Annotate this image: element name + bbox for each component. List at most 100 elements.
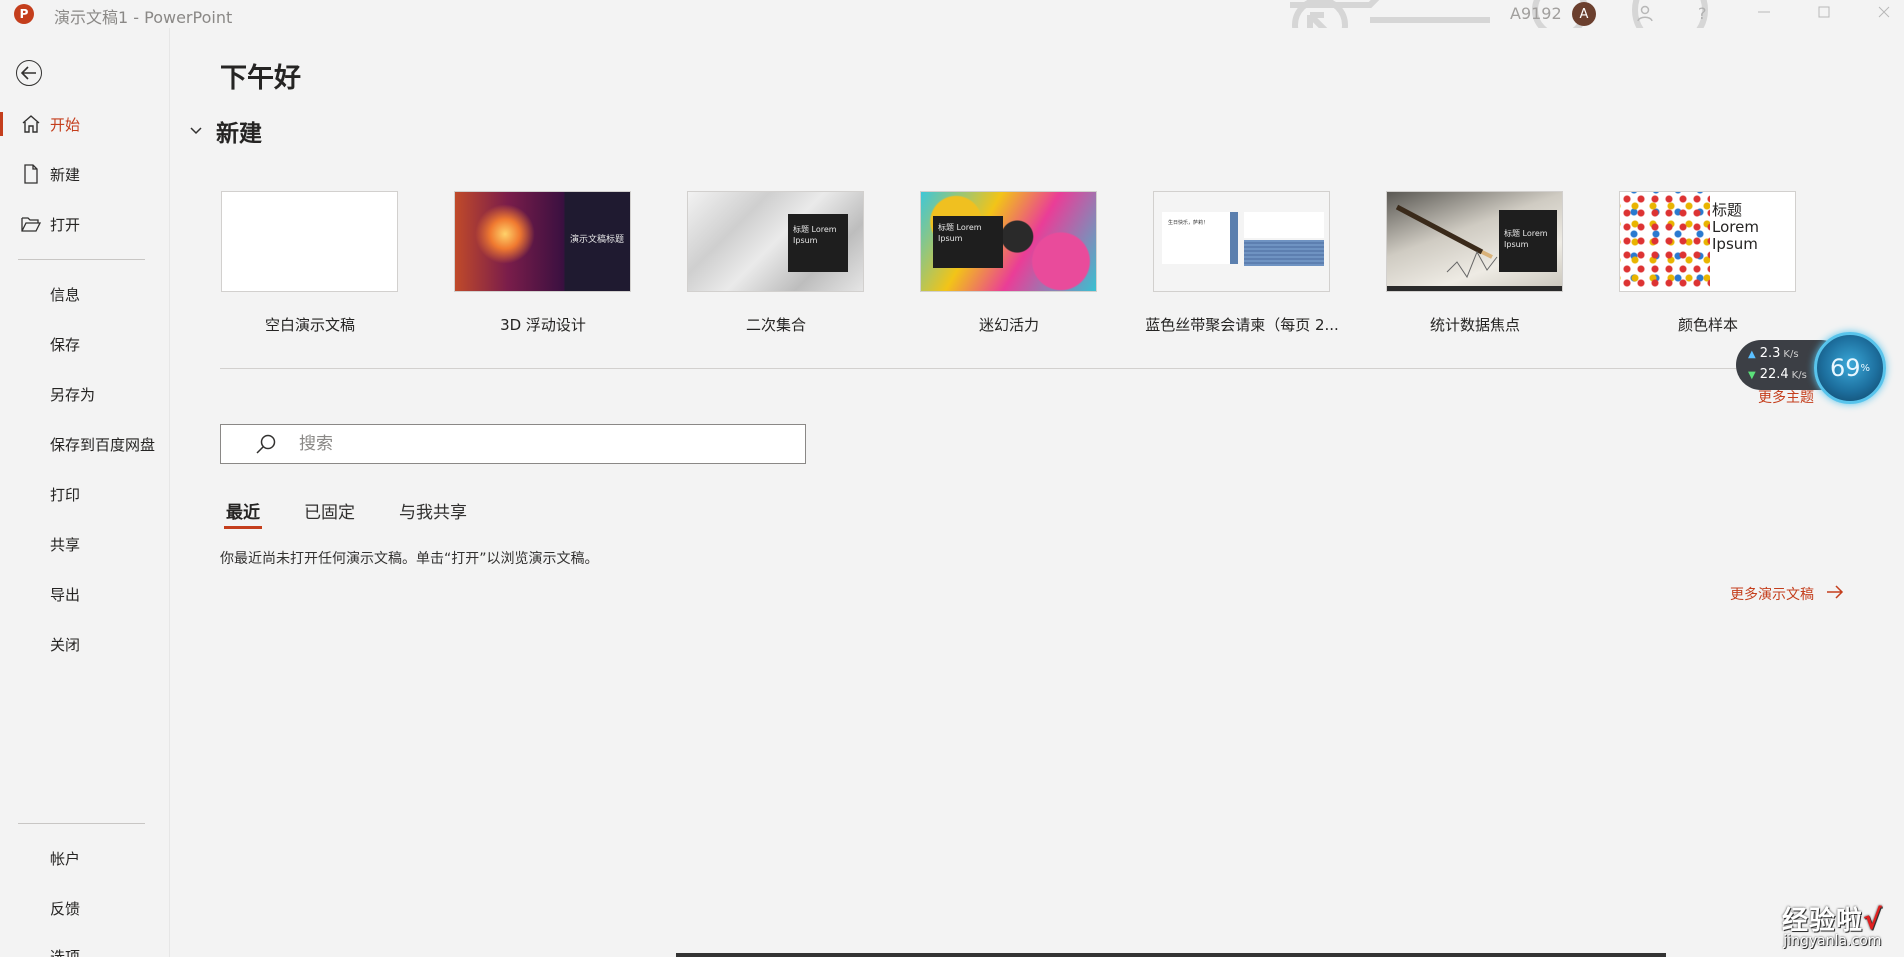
download-arrow-icon: ▼ [1748,370,1756,381]
template-name: 二次集合 [745,316,806,334]
upload-unit: K/s [1783,349,1799,360]
memory-usage-gauge: 69% [1814,332,1886,404]
template-thumbnail: 标题 Lorem Ipsum [1386,191,1563,292]
nav-label-home: 开始 [50,115,81,134]
powerpoint-logo-icon: P [14,4,34,24]
nav-item-options[interactable]: 选项 [0,936,170,957]
titlebar-decoration-icon [1290,0,1708,28]
bottom-scroll-bar [676,953,1666,957]
memory-percent: 69 [1829,354,1861,382]
back-arrow-icon [21,66,36,80]
nav-item-save-baidu[interactable]: 保存到百度网盘 [0,424,170,464]
nav-item-new[interactable]: 新建 [0,154,170,194]
template-blank[interactable]: 空白演示文稿 [220,191,400,335]
file-tabs: 最近 已固定 与我共享 [220,498,505,529]
main-content: 下午好 新建 空白演示文稿 演示文稿标题 3D 浮动设计 标题 Lorem Ip… [170,28,1904,957]
avatar[interactable]: A [1572,2,1596,26]
network-speed-widget[interactable]: ▲ 2.3 K/s ▼ 22.4 K/s 69% [1736,332,1886,404]
template-thumbnail: 标题 Lorem Ipsum [687,191,864,292]
new-document-icon [20,164,42,184]
nav-item-open[interactable]: 打开 [0,204,170,244]
nav-item-print[interactable]: 打印 [0,474,170,514]
tab-pinned[interactable]: 已固定 [298,498,361,529]
nav-item-account[interactable]: 帐户 [0,838,170,878]
nav-label-info: 信息 [50,285,81,304]
nav-label-share: 共享 [50,535,81,554]
template-thumbnail: 演示文稿标题 [454,191,631,292]
thumb-title-text: 生日快乐，萨莉！ [1168,220,1209,226]
thumb-title-text: 标题 Lorem Ipsum [788,214,848,272]
nav-label-open: 打开 [50,215,81,234]
maximize-icon[interactable] [1816,4,1832,24]
tab-recent[interactable]: 最近 [220,498,266,529]
watermark-url: jingyanla.com [1783,933,1882,949]
nav-item-feedback[interactable]: 反馈 [0,888,170,928]
template-name: 空白演示文稿 [264,316,355,334]
download-value: 22.4 [1759,367,1789,382]
nav-divider [18,259,145,260]
template-quadratic[interactable]: 标题 Lorem Ipsum 二次集合 [686,191,866,335]
template-gallery: 空白演示文稿 演示文稿标题 3D 浮动设计 标题 Lorem Ipsum 二次集… [220,191,1800,371]
nav-label-close: 关闭 [50,635,81,654]
more-documents-link[interactable]: 更多演示文稿 [1730,583,1844,604]
template-color-swatch[interactable]: 标题 Lorem Ipsum 颜色样本 [1618,191,1798,335]
tab-shared[interactable]: 与我共享 [393,498,473,529]
template-3d-float[interactable]: 演示文稿标题 3D 浮动设计 [453,191,633,335]
nav-label-new: 新建 [50,165,81,184]
nav-label-save-as: 另存为 [50,385,96,404]
nav-item-save[interactable]: 保存 [0,324,170,364]
template-psychedelic[interactable]: 标题 Lorem Ipsum 迷幻活力 [919,191,1099,335]
backstage-nav: 开始 新建 打开 信息 保存 另存为 保存到百度网盘 打印 共享 导出 关闭 帐… [0,28,170,957]
nav-item-home[interactable]: 开始 [0,104,170,144]
template-blue-ribbon[interactable]: 生日快乐，萨莉！ 蓝色丝带聚会请柬（每页 2... [1145,191,1339,335]
download-speed: ▼ 22.4 K/s [1748,367,1807,382]
home-icon [20,114,42,134]
section-divider [220,368,1830,369]
empty-recent-message: 你最近尚未打开任何演示文稿。单击“打开”以浏览演示文稿。 [220,551,599,567]
template-name: 统计数据焦点 [1429,316,1520,334]
template-statistics[interactable]: 标题 Lorem Ipsum 统计数据焦点 [1385,191,1565,335]
upload-arrow-icon: ▲ [1748,349,1756,360]
nav-item-info[interactable]: 信息 [0,274,170,314]
minimize-icon[interactable] [1756,4,1772,24]
new-section-header[interactable]: 新建 [190,114,262,148]
thumb-title-text: 标题 Lorem Ipsum [1712,201,1759,253]
chevron-down-icon[interactable] [190,123,202,139]
user-id: A9192 [1510,4,1562,23]
nav-label-account: 帐户 [50,849,81,868]
folder-icon [20,215,42,233]
nav-label-export: 导出 [50,585,81,604]
thumb-title-text: 标题 Lorem Ipsum [1499,210,1557,272]
help-icon[interactable]: ? [1698,4,1707,23]
back-button[interactable] [16,60,42,86]
arrow-right-icon [1826,583,1844,604]
upload-value: 2.3 [1759,346,1781,361]
nav-label-feedback: 反馈 [50,899,81,918]
nav-label-print: 打印 [50,485,81,504]
template-thumbnail: 生日快乐，萨莉！ [1153,191,1330,292]
window-title: 演示文稿1 - PowerPoint [54,8,233,27]
search-icon [251,433,281,455]
search-input[interactable] [299,434,779,454]
coauthor-icon[interactable] [1636,4,1654,26]
watermark-logo: 经验啦√ [1782,903,1883,936]
upload-speed: ▲ 2.3 K/s [1748,346,1799,361]
template-thumbnail: 标题 Lorem Ipsum [1619,191,1796,292]
template-name: 迷幻活力 [978,316,1039,334]
nav-label-save-baidu: 保存到百度网盘 [50,435,156,454]
template-name: 3D 浮动设计 [500,316,586,334]
new-section-title: 新建 [216,121,262,147]
template-thumbnail: 标题 Lorem Ipsum [920,191,1097,292]
nav-label-save: 保存 [50,335,81,354]
nav-label-options: 选项 [50,947,81,957]
search-box[interactable] [220,424,806,464]
nav-item-close[interactable]: 关闭 [0,624,170,664]
more-documents-label: 更多演示文稿 [1730,586,1814,603]
nav-item-export[interactable]: 导出 [0,574,170,614]
nav-item-share[interactable]: 共享 [0,524,170,564]
page-title: 下午好 [220,63,301,94]
close-icon[interactable] [1876,4,1892,24]
watermark: 经验啦√ jingyanla.com [1782,900,1883,949]
nav-item-save-as[interactable]: 另存为 [0,374,170,414]
template-name: 蓝色丝带聚会请柬（每页 2... [1145,316,1339,334]
